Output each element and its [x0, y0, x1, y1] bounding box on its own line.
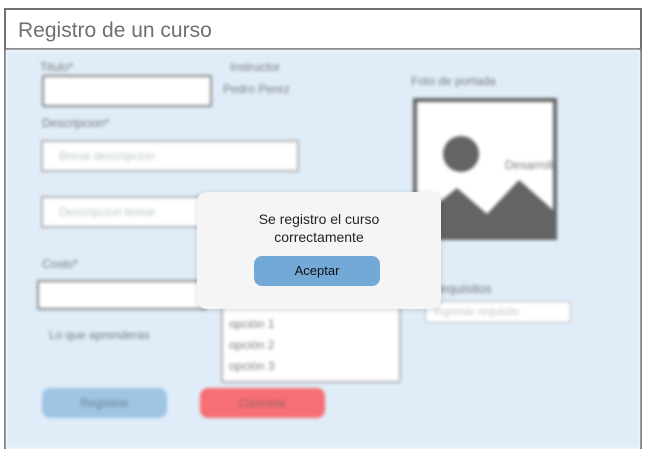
- success-message-line2: correctamente: [274, 229, 364, 245]
- accept-button[interactable]: Aceptar: [254, 256, 380, 286]
- success-message: Se registro el curso correctamente: [197, 210, 441, 246]
- success-dialog: Se registro el curso correctamente Acept…: [197, 192, 441, 309]
- success-message-line1: Se registro el curso: [258, 211, 380, 227]
